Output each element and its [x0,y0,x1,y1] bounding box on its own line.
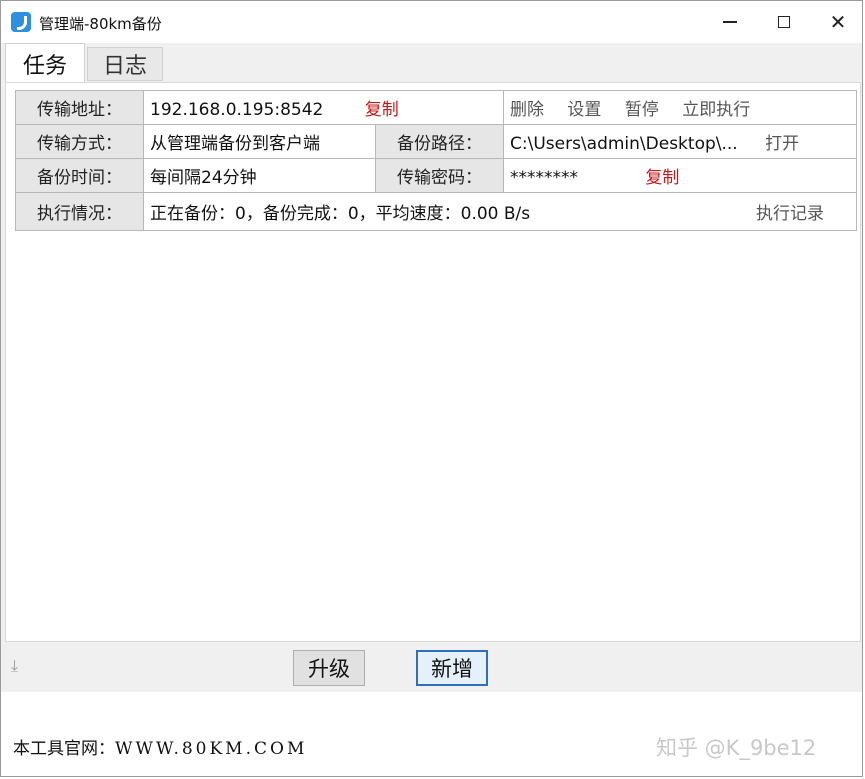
tab-task[interactable]: 任务 [5,43,85,83]
copy-password-link[interactable]: 复制 [645,168,679,188]
open-link[interactable]: 打开 [765,134,799,154]
password-value: ******** [510,168,578,188]
copy-address-link[interactable]: 复制 [365,100,399,120]
new-task-button[interactable]: 新增 [416,650,488,686]
path-cell: C:\Users\admin\Desktop\... 打开 [503,124,857,159]
app-window: 管理端-80km备份 ✕ 任务 日志 传输地址： 192.168.0.195:8… [0,0,863,777]
footer: 本工具官网：WWW.80KM.COM 知乎 @K_9be12 [1,692,862,776]
window-title: 管理端-80km备份 [39,15,162,33]
password-label: 传输密码： [375,158,504,193]
maximize-button[interactable] [757,1,811,43]
run-now-link[interactable]: 立即执行 [682,100,750,120]
website-prefix: 本工具官网： [13,739,115,759]
close-icon: ✕ [829,10,847,34]
address-value: 192.168.0.195:8542 [150,100,324,120]
bottom-toolbar: ⤓ 升级 新增 [1,642,862,692]
time-value: 每间隔24分钟 [143,158,376,193]
minimize-button[interactable] [703,1,757,43]
time-label: 备份时间： [15,158,144,193]
tab-bar: 任务 日志 [5,43,860,83]
settings-link[interactable]: 设置 [567,100,601,120]
delete-link[interactable]: 删除 [510,100,544,120]
website-line: 本工具官网：WWW.80KM.COM [13,734,307,759]
task-table: 传输地址： 192.168.0.195:8542 复制 删除 设置 暂停 立即执… [15,90,857,231]
website-url[interactable]: WWW.80KM.COM [115,739,307,759]
pause-link[interactable]: 暂停 [625,100,659,120]
task-row-status: 执行情况： 正在备份：0，备份完成：0，平均速度：0.00 B/s 执行记录 [15,192,857,231]
path-label: 备份路径： [375,124,504,159]
mode-label: 传输方式： [15,124,144,159]
watermark-text: 知乎 @K_9be12 [656,736,817,760]
maximize-icon [778,16,790,28]
task-row-address: 传输地址： 192.168.0.195:8542 复制 删除 设置 暂停 立即执… [15,90,857,125]
log-link[interactable]: 执行记录 [756,199,824,224]
address-label: 传输地址： [15,90,144,125]
title-bar: 管理端-80km备份 ✕ [1,1,862,43]
address-cell: 192.168.0.195:8542 复制 [143,90,504,125]
status-label: 执行情况： [15,192,144,231]
status-value: 正在备份：0，备份完成：0，平均速度：0.00 B/s [150,204,531,224]
task-row-mode: 传输方式： 从管理端备份到客户端 备份路径： C:\Users\admin\De… [15,124,857,159]
minimize-icon [723,21,737,23]
password-cell: ******** 复制 [503,158,857,193]
task-panel: 传输地址： 192.168.0.195:8542 复制 删除 设置 暂停 立即执… [5,82,861,642]
upgrade-button[interactable]: 升级 [293,650,365,686]
mode-value: 从管理端备份到客户端 [143,124,376,159]
path-value: C:\Users\admin\Desktop\... [510,134,738,154]
actions-cell: 删除 设置 暂停 立即执行 [503,90,857,125]
close-button[interactable]: ✕ [811,1,865,43]
status-cell: 正在备份：0，备份完成：0，平均速度：0.00 B/s 执行记录 [143,192,857,231]
app-logo-icon [11,12,31,32]
task-row-time: 备份时间： 每间隔24分钟 传输密码： ******** 复制 [15,158,857,193]
tab-log[interactable]: 日志 [87,47,163,81]
resize-grip-icon: ⤓ [11,656,19,675]
